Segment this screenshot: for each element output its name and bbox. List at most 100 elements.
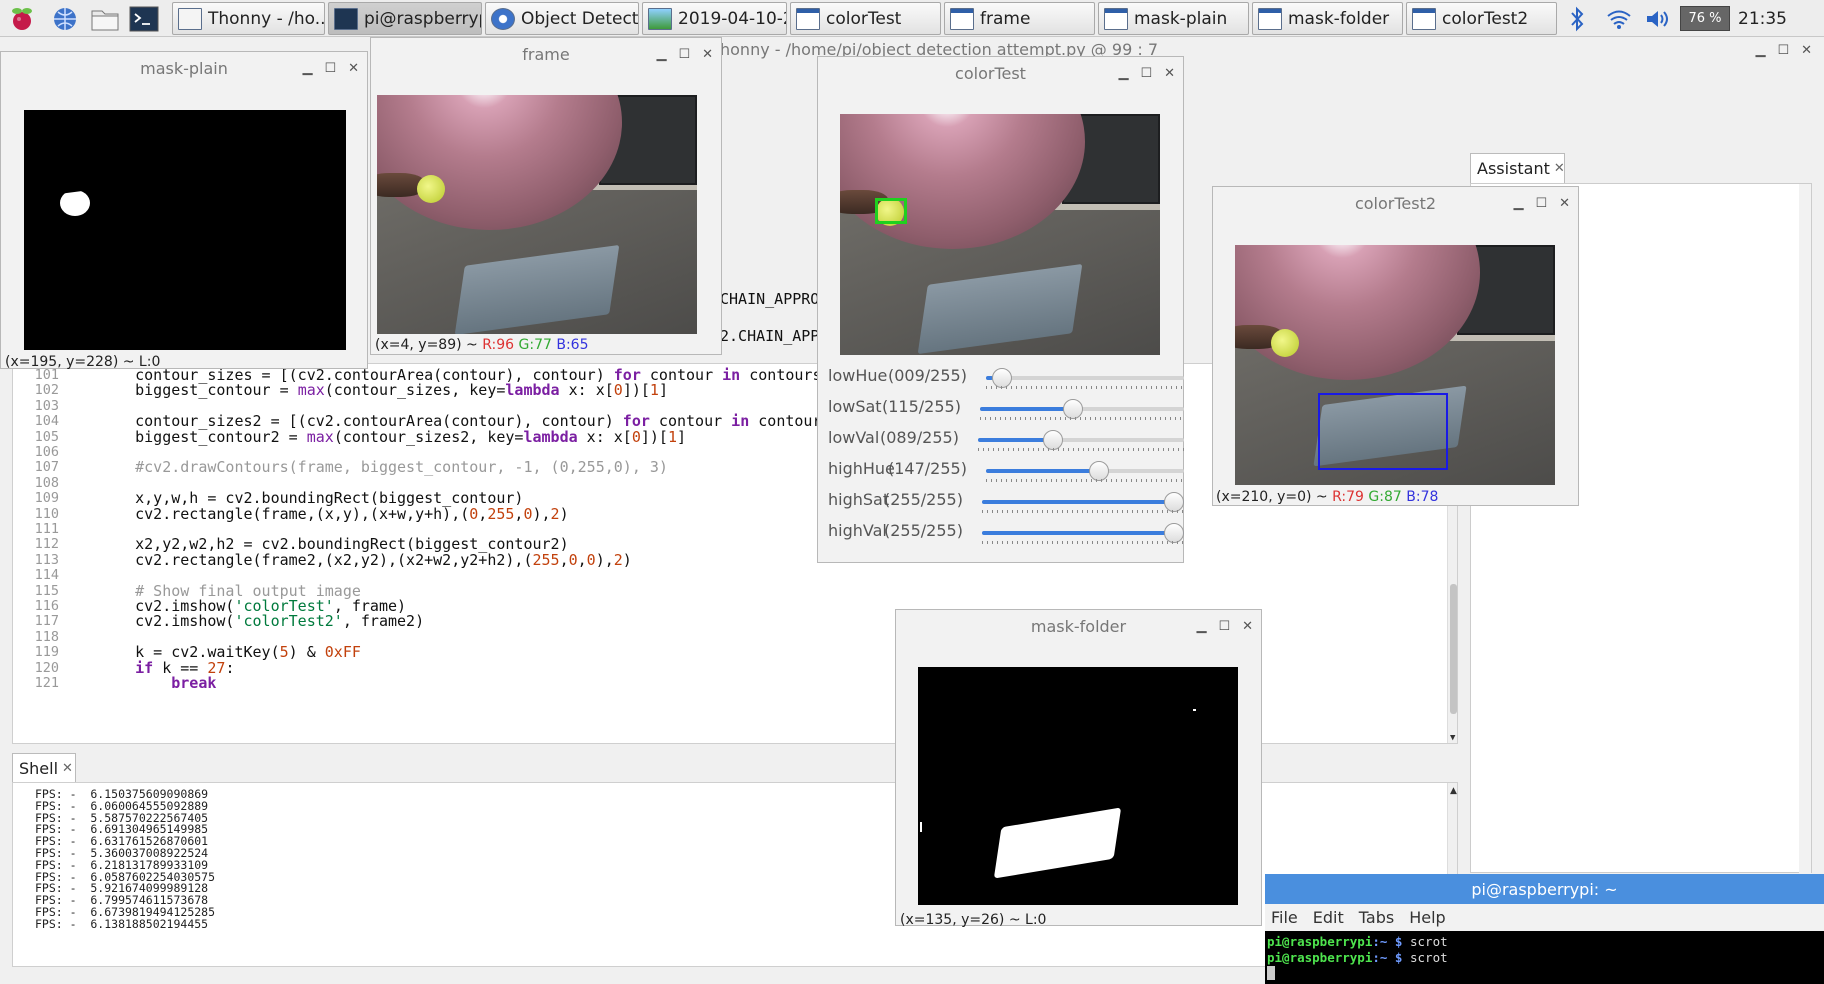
line-number: 112 — [34, 536, 59, 553]
maximize-icon[interactable]: ☐ — [1777, 43, 1789, 58]
taskbar-button[interactable]: Object Detecti... — [485, 2, 639, 35]
minimize-icon[interactable]: ▁ — [1513, 196, 1523, 211]
scroll-down-icon[interactable]: ▼ — [1450, 733, 1455, 743]
window-icon — [950, 7, 974, 30]
window-controls: ▁ ☐ ✕ — [1196, 610, 1253, 642]
clock: 21:35 — [1738, 8, 1787, 29]
close-icon[interactable]: ✕ — [62, 761, 73, 776]
terminal-window: pi@raspberrypi: ~ File Edit Tabs Help pi@ra… — [1265, 874, 1824, 984]
web-browser-icon[interactable] — [49, 3, 81, 34]
slider-ticks — [978, 448, 1184, 451]
close-icon[interactable]: ✕ — [1242, 619, 1253, 634]
taskbar-button[interactable]: pi@raspberryp... — [328, 2, 482, 35]
slider-lowSat[interactable] — [980, 399, 1184, 419]
minimize-icon[interactable]: ▁ — [1196, 619, 1206, 634]
tab-assistant[interactable]: Assistant ✕ — [1470, 153, 1565, 183]
close-icon[interactable]: ✕ — [1164, 66, 1175, 81]
line-number: 116 — [34, 598, 59, 614]
terminal-menu-help[interactable]: Help — [1409, 908, 1445, 927]
code-fragment: 2.CHAIN_APP — [720, 327, 820, 345]
terminal-icon — [334, 7, 358, 30]
line-number: 107 — [34, 459, 59, 476]
slider-value-highVal: (255/255) — [884, 521, 963, 540]
minimize-icon[interactable]: ▁ — [302, 61, 312, 76]
maximize-icon[interactable]: ☐ — [324, 61, 336, 76]
minimize-icon[interactable]: ▁ — [1118, 66, 1128, 81]
minimize-icon[interactable]: ▁ — [1755, 43, 1765, 58]
taskbar-button-label: mask-plain — [1134, 8, 1228, 29]
terminal-launcher-icon[interactable] — [128, 3, 160, 34]
taskbar-button-label: colorTest — [826, 8, 902, 29]
tab-shell[interactable]: Shell ✕ — [12, 753, 76, 783]
slider-lowHue[interactable] — [986, 368, 1184, 388]
scroll-up-icon[interactable]: ▲ — [1450, 786, 1457, 796]
taskbar-button-label: colorTest2 — [1442, 8, 1529, 29]
taskbar-button[interactable]: frame — [944, 2, 1095, 35]
slider-label-lowHue: lowHue — [828, 366, 888, 385]
window-icon — [796, 7, 820, 30]
window-controls: ▁ ☐ ✕ — [1118, 57, 1175, 89]
slider-knob[interactable] — [1164, 523, 1184, 543]
code-fragment: CHAIN_APPRO — [720, 290, 820, 308]
taskbar-button[interactable]: mask-plain — [1098, 2, 1249, 35]
code-line: cv2.imshow('colorTest2', frame2) — [99, 612, 425, 631]
taskbar-button[interactable]: colorTest — [790, 2, 941, 35]
mask-folder-status: (x=135, y=26) ~ L:0 — [900, 912, 1047, 928]
file-manager-icon[interactable] — [89, 3, 121, 34]
slider-knob[interactable] — [1062, 399, 1083, 419]
slider-knob[interactable] — [1042, 430, 1063, 450]
close-icon[interactable]: ✕ — [1559, 196, 1570, 211]
line-number: 118 — [34, 628, 59, 645]
slider-highSat[interactable] — [982, 492, 1184, 512]
slider-knob[interactable] — [992, 368, 1013, 388]
maximize-icon[interactable]: ☐ — [1218, 619, 1230, 634]
line-number: 110 — [34, 505, 59, 522]
slider-ticks — [986, 386, 1184, 389]
taskbar-button-label: mask-folder — [1288, 8, 1390, 29]
thonny-window-controls: ▁ ☐ ✕ — [1755, 37, 1812, 63]
slider-lowVal[interactable] — [978, 430, 1184, 450]
close-icon[interactable]: ✕ — [348, 61, 359, 76]
slider-value-lowVal: (089/255) — [880, 428, 959, 447]
slider-label-highVal: highVal — [828, 521, 887, 540]
terminal-menu-file[interactable]: File — [1271, 908, 1298, 927]
close-icon[interactable]: ✕ — [1554, 161, 1565, 176]
terminal-title: pi@raspberrypi: ~ — [1265, 874, 1824, 904]
wifi-icon[interactable] — [1606, 0, 1632, 37]
terminal-line: pi@raspberrypi:~ $ scrot — [1267, 934, 1448, 949]
detection-box-green — [875, 198, 907, 224]
mask-folder-image — [918, 667, 1238, 905]
close-icon[interactable]: ✕ — [702, 47, 713, 62]
taskbar-button-label: pi@raspberryp... — [364, 8, 481, 29]
terminal-menu-edit[interactable]: Edit — [1313, 908, 1344, 927]
slider-knob[interactable] — [1088, 461, 1109, 481]
close-icon[interactable]: ✕ — [1801, 43, 1812, 58]
taskbar-button[interactable]: 2019-04-10-21... — [642, 2, 787, 35]
line-number: 119 — [34, 644, 59, 661]
line-number: 113 — [34, 551, 59, 568]
terminal-output[interactable]: pi@raspberrypi:~ $ scrot pi@raspberrypi:… — [1265, 931, 1824, 984]
slider-highVal[interactable] — [982, 523, 1184, 543]
line-number: 115 — [34, 582, 59, 599]
taskbar-button[interactable]: colorTest2 — [1406, 2, 1557, 35]
window-controls: ▁ ☐ ✕ — [1513, 187, 1570, 219]
volume-icon[interactable] — [1645, 0, 1673, 37]
slider-label-highHue: highHue — [828, 459, 895, 478]
taskbar-button[interactable]: Thonny - /ho... — [172, 2, 325, 35]
slider-highHue[interactable] — [986, 461, 1184, 481]
terminal-line: pi@raspberrypi:~ $ scrot — [1267, 950, 1448, 965]
line-number: 106 — [34, 444, 59, 460]
maximize-icon[interactable]: ☐ — [1535, 196, 1547, 211]
maximize-icon[interactable]: ☐ — [678, 47, 690, 62]
raspberry-menu-icon[interactable] — [6, 3, 38, 34]
bluetooth-icon[interactable] — [1569, 0, 1585, 37]
slider-knob[interactable] — [1164, 492, 1184, 512]
assistant-scrollbar[interactable] — [1799, 184, 1811, 874]
taskbar-button[interactable]: mask-folder — [1252, 2, 1403, 35]
maximize-icon[interactable]: ☐ — [1140, 66, 1152, 81]
slider-fill — [980, 407, 1072, 411]
minimize-icon[interactable]: ▁ — [656, 47, 666, 62]
slider-label-lowVal: lowVal — [828, 428, 880, 447]
terminal-menu-tabs[interactable]: Tabs — [1359, 908, 1394, 927]
mask-plain-status: (x=195, y=228) ~ L:0 — [5, 354, 161, 370]
